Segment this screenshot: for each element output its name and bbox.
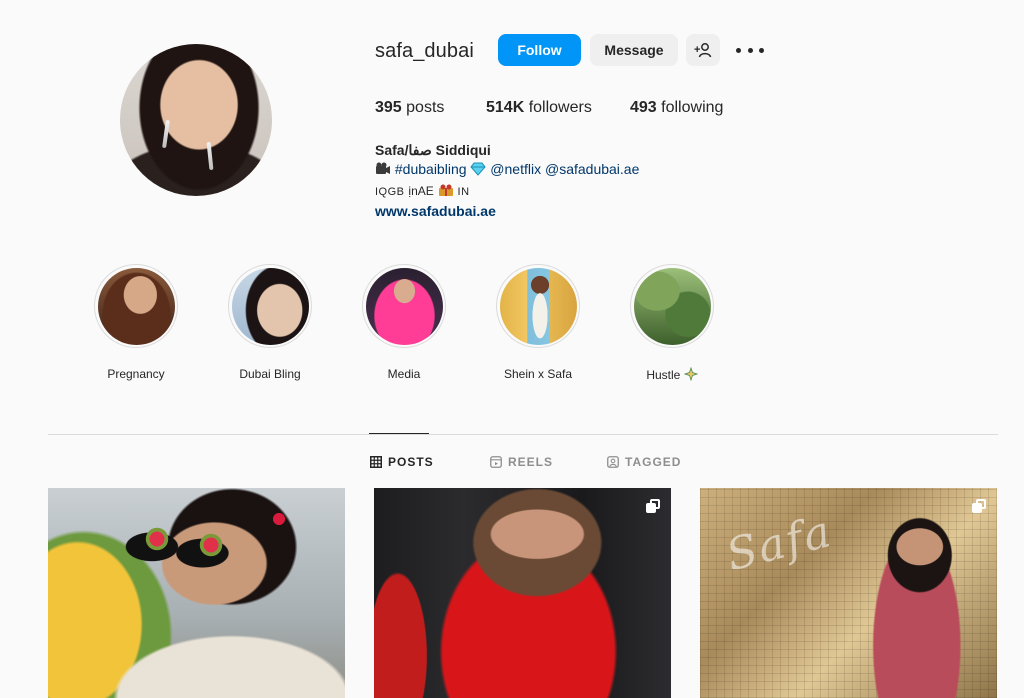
follow-button[interactable]: Follow [498,34,581,66]
add-user-button[interactable]: + [686,34,720,66]
bio-line-2: IQGB ịnAE IN [375,181,639,202]
reels-icon [490,456,502,468]
earring-detail [206,141,214,171]
bio-text: IN [457,186,470,198]
profile-bio: Safa/صفا Siddiqui #dubaibling @netflix @… [375,141,639,221]
tab-tagged-label: TAGGED [625,455,682,469]
highlight-hustle[interactable]: Hustle [612,264,732,384]
neon-sign-text: Safa [721,505,838,582]
highlight-shein-x-safa[interactable]: Shein x Safa [478,264,598,381]
gift-icon [438,183,454,202]
bio-text: ịnAE [408,184,434,198]
post-thumbnail[interactable]: Safa [700,488,997,698]
posts-stat: 395 posts [375,99,444,117]
tagged-icon [607,456,619,468]
tab-posts[interactable]: POSTS [370,454,434,470]
highlight-label-row: Hustle [612,366,732,384]
multiple-posts-icon [646,499,660,513]
highlight-pregnancy[interactable]: Pregnancy [76,264,196,381]
sparkle-icon [683,366,698,384]
bio-text: IQGB [375,186,405,198]
message-button[interactable]: Message [590,34,678,66]
following-stat[interactable]: 493 following [630,99,723,117]
highlight-thumbnail [231,267,309,345]
highlight-label: Dubai Bling [239,367,301,381]
post-thumbnail[interactable] [374,488,671,698]
tab-reels[interactable]: REELS [490,454,553,470]
followers-stat[interactable]: 514K followers [486,99,592,117]
highlight-media[interactable]: Media [344,264,464,381]
profile-avatar[interactable] [120,44,272,196]
highlight-label: Shein x Safa [503,367,573,381]
dot [736,47,741,53]
post-thumbnail[interactable] [48,488,345,698]
add-user-plus: + [694,44,700,56]
profile-username: safa_dubai [375,40,474,62]
dot [747,47,753,53]
following-label: following [661,99,724,116]
highlight-ring [228,264,312,348]
highlight-ring [630,264,714,348]
highlight-thumbnail [97,267,175,345]
highlight-ring [362,264,446,348]
highlight-thumbnail [633,267,711,345]
following-count: 493 [630,99,657,116]
active-tab-indicator [369,433,429,434]
mention-link-netflix[interactable]: @netflix [490,161,541,177]
posts-label: posts [406,99,445,116]
tab-posts-label: POSTS [388,455,434,469]
tab-tagged[interactable]: TAGGED [607,454,681,470]
dot [759,47,764,53]
website-link[interactable]: www.safadubai.ae [375,202,639,221]
highlight-thumbnail [499,267,577,345]
earring-detail [162,119,170,149]
highlight-label: Hustle [646,368,681,382]
add-user-icon: + [694,43,712,58]
more-options-icon[interactable] [736,38,764,62]
highlight-ring [496,264,580,348]
highlight-label: Pregnancy [107,367,165,381]
camera-icon [375,162,391,181]
bio-line-1: #dubaibling @netflix @safadubai.ae [375,160,639,181]
highlight-label: Media [387,367,421,381]
grid-icon [370,456,382,468]
followers-label: followers [528,99,592,116]
highlight-ring [94,264,178,348]
flower-detail [198,532,224,558]
highlight-thumbnail [365,267,443,345]
profile-display-name: Safa/صفا Siddiqui [375,142,491,158]
flower-detail [144,526,170,552]
flower-detail [272,512,286,526]
tab-reels-label: REELS [508,455,554,469]
tabs-divider [48,434,998,435]
hashtag-link[interactable]: #dubaibling [395,161,467,177]
mention-link-safadubai[interactable]: @safadubai.ae [545,161,639,177]
diamond-icon [470,162,487,181]
followers-count: 514K [486,99,525,116]
highlight-dubai-bling[interactable]: Dubai Bling [210,264,330,381]
posts-count: 395 [375,99,402,116]
multiple-posts-icon [972,499,986,513]
